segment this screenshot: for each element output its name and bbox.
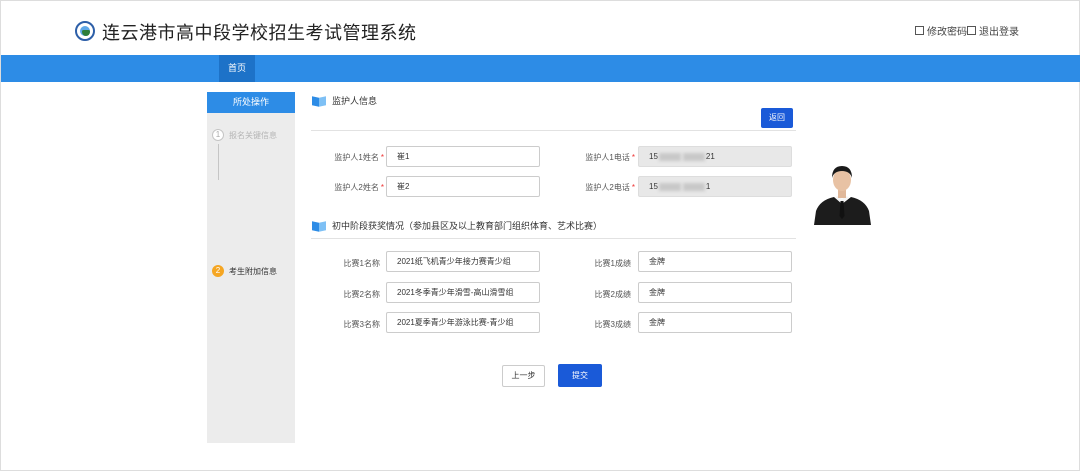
redaction-blur [682,182,705,191]
phone1-suffix: 21 [705,152,715,161]
student-photo [812,156,873,225]
step-1[interactable]: 1 报名关键信息 [212,129,277,141]
step-2-label: 考生附加信息 [229,266,277,276]
award3-result-label: 比赛3成绩 [594,320,631,329]
step-1-label: 报名关键信息 [229,130,277,140]
sidebar-heading: 所处操作 [207,92,295,113]
phone2-suffix: 1 [705,182,711,191]
divider [311,130,796,131]
edit-icon [915,26,924,35]
required-mark: * [631,153,635,162]
step-connector [218,144,219,180]
redaction-blur [658,182,681,191]
award2-name-label: 比赛2名称 [343,290,380,299]
change-password-link[interactable]: 修改密码 [915,23,967,38]
book-icon [312,221,326,231]
student-photo-image [812,156,873,225]
guardian2-name-label: 监护人2姓名 * [314,182,384,193]
guardian1-name-input[interactable]: 崔1 [386,146,540,167]
page: 连云港市高中段学校招生考试管理系统 修改密码 退出登录 首页 所处操作 1 报名… [0,0,1080,471]
required-mark: * [631,183,635,192]
logout-label: 退出登录 [979,27,1019,38]
book-icon [312,96,326,106]
change-password-label: 修改密码 [927,27,967,38]
award1-name-input[interactable]: 2021纸飞机青少年接力赛青少组 [386,251,540,272]
redaction-blur [682,152,705,161]
guardian2-phone-input: 15 1 [638,176,792,197]
step-2[interactable]: 2 考生附加信息 [212,265,277,277]
phone1-prefix: 15 [649,152,658,161]
divider [311,238,796,239]
award1-result-input[interactable]: 金牌 [638,251,792,272]
guardian2-name-label-text: 监护人2姓名 [334,183,379,192]
step-1-number: 1 [212,129,224,141]
guardian-section-label: 监护人信息 [332,96,378,106]
phone2-prefix: 15 [649,182,658,191]
guardian2-phone-label: 监护人2电话 * [565,182,635,193]
prev-step-button[interactable]: 上一步 [502,365,545,387]
guardian1-phone-label: 监护人1电话 * [565,152,635,163]
nav-home-tab[interactable]: 首页 [219,55,255,82]
logo-icon [75,21,95,41]
sidebar: 所处操作 1 报名关键信息 2 考生附加信息 [207,92,295,443]
header: 连云港市高中段学校招生考试管理系统 修改密码 退出登录 [1,1,1080,55]
guardian-section-title: 监护人信息 [312,94,377,107]
award2-result-input[interactable]: 金牌 [638,282,792,303]
step-2-number: 2 [212,265,224,277]
award2-result-label: 比赛2成绩 [594,290,631,299]
guardian1-name-label: 监护人1姓名 * [314,152,384,163]
awards-section-title: 初中阶段获奖情况（参加县区及以上教育部门组织体育、艺术比赛） [312,219,602,232]
submit-button[interactable]: 提交 [558,364,602,387]
award3-name-label: 比赛3名称 [343,320,380,329]
guardian1-name-label-text: 监护人1姓名 [334,153,379,162]
award1-result-label: 比赛1成绩 [594,259,631,268]
system-title: 连云港市高中段学校招生考试管理系统 [102,23,417,43]
required-mark: * [380,183,384,192]
redaction-blur [658,152,681,161]
award2-name-input[interactable]: 2021冬季青少年滑雪-高山滑雪组 [386,282,540,303]
award3-result-input[interactable]: 金牌 [638,312,792,333]
guardian1-phone-label-text: 监护人1电话 [585,153,630,162]
guardian2-name-input[interactable]: 崔2 [386,176,540,197]
required-mark: * [380,153,384,162]
guardian2-phone-label-text: 监护人2电话 [585,183,630,192]
award1-name-label: 比赛1名称 [343,259,380,268]
back-button[interactable]: 返回 [761,108,793,128]
awards-section-label: 初中阶段获奖情况（参加县区及以上教育部门组织体育、艺术比赛） [332,221,603,231]
award3-name-input[interactable]: 2021夏季青少年游泳比赛-青少组 [386,312,540,333]
logout-link[interactable]: 退出登录 [967,23,1019,38]
logout-icon [967,26,976,35]
guardian1-phone-input: 15 21 [638,146,792,167]
navbar: 首页 [1,55,1080,82]
